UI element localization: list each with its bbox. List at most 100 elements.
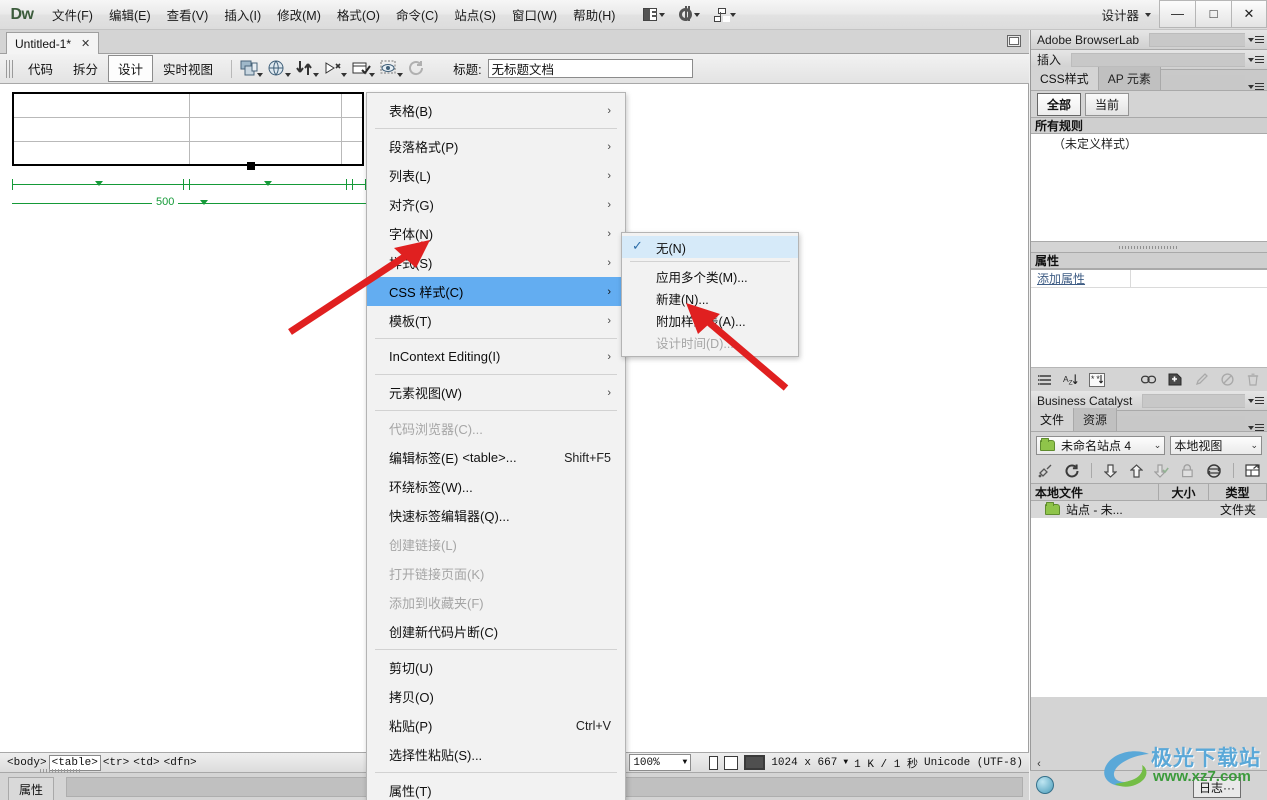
close-icon[interactable]: ✕ [81,37,90,50]
css-rules-list[interactable]: （未定义样式） [1031,134,1267,242]
preview-browser-icon[interactable] [268,60,292,77]
submenu-item-attach-style-sheet[interactable]: 附加样式表(A)... [622,309,798,331]
layout-switcher-button[interactable] [643,8,666,21]
property-inspector-tab[interactable]: 属性 [8,777,55,800]
maximize-button[interactable]: □ [1195,0,1231,28]
context-menu-item-wrap-tag[interactable]: 环绕标签(W)... [367,472,625,501]
tab-assets[interactable]: 资源 [1074,408,1118,431]
table-cell[interactable] [340,92,364,118]
context-menu-item-css-styles[interactable]: CSS 样式(C) › [367,277,625,306]
column-menu-icon[interactable] [95,181,103,186]
add-property-link[interactable]: 添加属性 [1031,270,1131,287]
tag-selector-td[interactable]: <td> [131,756,161,770]
menu-item-edit[interactable]: 编辑(E) [101,1,159,28]
css-properties-body[interactable]: 添加属性 [1031,269,1267,367]
close-button[interactable]: ✕ [1231,0,1267,28]
context-menu-item-incontext-editing[interactable]: InContext Editing(I) › [367,342,625,371]
property-value-cell[interactable] [1131,270,1267,287]
refresh-icon[interactable] [408,60,427,77]
browser-globe-icon[interactable] [1036,776,1054,794]
table-row[interactable]: 添加属性 [1031,270,1267,288]
menu-item-format[interactable]: 格式(O) [329,1,388,28]
context-menu-item-list[interactable]: 列表(L) › [367,161,625,190]
site-select[interactable]: 未命名站点 4 ⌄ [1036,435,1166,455]
view-button-code[interactable]: 代码 [18,55,63,82]
disable-property-icon[interactable] [1219,373,1235,387]
check-out-icon[interactable] [1154,463,1170,478]
table-menu-icon[interactable] [200,200,208,205]
tab-css-styles[interactable]: CSS样式 [1031,67,1099,90]
menu-item-file[interactable]: 文件(F) [44,1,101,28]
column-selection-handle[interactable] [247,162,255,170]
context-menu-item-table[interactable]: 表格(B) › [367,96,625,125]
view-button-split[interactable]: 拆分 [63,55,108,82]
check-in-icon[interactable] [1180,463,1195,478]
context-menu-item-style[interactable]: 样式(S) › [367,248,625,277]
context-menu-item-paragraph-format[interactable]: 段落格式(P) › [367,132,625,161]
site-management-button[interactable] [714,8,737,22]
tab-files[interactable]: 文件 [1031,408,1075,431]
menu-item-insert[interactable]: 插入(I) [216,1,269,28]
page-title-input[interactable] [487,59,693,78]
submenu-item-apply-multiple-classes[interactable]: 应用多个类(M)... [622,265,798,287]
workspace-switcher[interactable]: 设计器 [1101,5,1159,24]
context-menu-item-cut[interactable]: 剪切(U) [367,653,625,682]
context-menu-item-element-view[interactable]: 元素视图(W) › [367,378,625,407]
submenu-item-new[interactable]: 新建(N)... [622,287,798,309]
menu-item-commands[interactable]: 命令(C) [388,1,446,28]
menu-item-modify[interactable]: 修改(M) [269,1,329,28]
view-select[interactable]: 本地视图 ⌄ [1170,435,1262,455]
put-files-icon[interactable] [1129,463,1144,478]
tag-selector-body[interactable]: <body> [5,756,49,770]
edit-rule-icon[interactable] [1193,373,1209,387]
context-menu-item-align[interactable]: 对齐(G) › [367,190,625,219]
column-menu-icon[interactable] [264,181,272,186]
new-css-rule-icon[interactable] [1167,373,1183,387]
panel-menu-icon[interactable] [1245,56,1267,63]
toolbar-grip[interactable] [6,59,14,78]
desktop-size-icon[interactable] [744,755,766,770]
get-files-icon[interactable] [1103,463,1118,478]
menu-item-site[interactable]: 站点(S) [446,1,504,28]
list-item[interactable]: （未定义样式） [1031,134,1267,152]
view-button-design[interactable]: 设计 [108,55,154,82]
table-cell[interactable] [340,140,364,166]
zoom-level-select[interactable]: 100% ▼ [629,754,692,771]
toggle-current[interactable]: 当前 [1085,92,1130,116]
panel-menu-icon[interactable] [1245,424,1267,431]
context-menu-item-font[interactable]: 字体(N) › [367,219,625,248]
refresh-icon[interactable] [1065,463,1080,478]
context-menu-item-quick-tag-editor[interactable]: 快速标签编辑器(Q)... [367,501,625,530]
show-only-set-properties-icon[interactable]: ** [1089,372,1105,387]
toggle-all[interactable]: 全部 [1037,92,1082,116]
table-cell[interactable] [189,92,342,118]
view-button-live[interactable]: 实时视图 [153,55,223,82]
context-menu-item-paste[interactable]: 粘贴(P) Ctrl+V [367,711,625,740]
panel-menu-icon[interactable] [1245,83,1267,90]
context-menu-item-create-new-snippet[interactable]: 创建新代码片断(C) [367,617,625,646]
file-transfer-icon[interactable] [296,60,320,77]
property-inspector-grip[interactable] [40,769,80,773]
column-header-local-files[interactable]: 本地文件 [1031,484,1159,500]
validate-markup-icon[interactable] [352,60,376,77]
context-menu-item-edit-tag[interactable]: 编辑标签(E) <table>... Shift+F5 [367,443,625,472]
menu-item-help[interactable]: 帮助(H) [565,1,623,28]
panel-menu-icon[interactable] [1245,36,1267,43]
synchronize-icon[interactable] [1206,463,1222,478]
minimize-button[interactable]: — [1159,0,1195,28]
table-cell[interactable] [12,140,191,166]
visual-aids-icon[interactable] [324,60,348,77]
expand-panel-icon[interactable] [1245,463,1260,478]
tablet-size-icon[interactable] [724,755,739,770]
table-cell[interactable] [189,116,342,142]
column-header-type[interactable]: 类型 [1209,484,1267,500]
table-cell[interactable] [12,116,191,142]
attach-stylesheet-icon[interactable] [1141,373,1157,387]
list-item[interactable]: 站点 - 未... 文件夹 [1031,501,1267,518]
table-cell[interactable] [189,140,342,166]
menu-item-window[interactable]: 窗口(W) [504,1,565,28]
context-menu-item-paste-special[interactable]: 选择性粘贴(S)... [367,740,625,769]
multiscreen-icon[interactable] [240,60,264,77]
live-code-inspect-icon[interactable] [380,60,404,77]
show-list-view-icon[interactable]: AZ [1063,373,1079,387]
